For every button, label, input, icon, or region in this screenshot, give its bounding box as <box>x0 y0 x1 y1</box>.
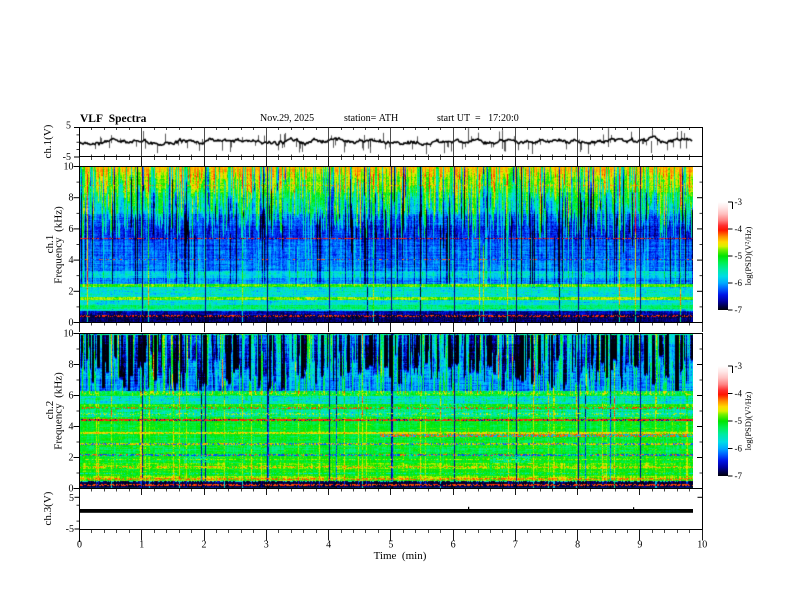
svg-text:8: 8 <box>575 540 580 551</box>
svg-text:2: 2 <box>202 540 207 551</box>
svg-text:8: 8 <box>69 360 74 371</box>
svg-text:1: 1 <box>139 540 144 551</box>
svg-text:10: 10 <box>697 540 707 551</box>
svg-text:-7: -7 <box>735 305 743 315</box>
svg-text:Frequency (kHz): Frequency (kHz) <box>53 206 65 284</box>
svg-text:7: 7 <box>513 540 518 551</box>
svg-text:station= ATH: station= ATH <box>344 113 398 124</box>
svg-text:-4: -4 <box>735 389 743 399</box>
svg-text:0: 0 <box>69 484 74 495</box>
svg-text:Frequency (kHz): Frequency (kHz) <box>53 372 65 450</box>
svg-text:5: 5 <box>388 540 393 551</box>
svg-text:VLF Spectra: VLF Spectra <box>80 113 147 125</box>
svg-text:-6: -6 <box>735 278 743 288</box>
svg-text:0: 0 <box>77 540 82 551</box>
svg-text:-6: -6 <box>735 444 743 454</box>
svg-text:6: 6 <box>69 391 74 402</box>
svg-text:2: 2 <box>69 286 74 297</box>
svg-text:9: 9 <box>637 540 642 551</box>
svg-text:Time (min): Time (min) <box>374 550 427 562</box>
svg-text:-5: -5 <box>66 524 74 535</box>
svg-text:10: 10 <box>64 162 74 173</box>
svg-text:log(PSD)(V²/Hz): log(PSD)(V²/Hz) <box>743 226 753 285</box>
svg-text:ch.3(V): ch.3(V) <box>42 491 54 525</box>
svg-text:Nov.29, 2025: Nov.29, 2025 <box>260 113 314 124</box>
svg-text:4: 4 <box>69 422 74 433</box>
svg-text:5: 5 <box>66 121 71 132</box>
svg-text:-5: -5 <box>735 416 743 426</box>
svg-text:8: 8 <box>69 193 74 204</box>
svg-text:-3: -3 <box>735 197 743 207</box>
svg-text:10: 10 <box>64 329 74 340</box>
svg-text:4: 4 <box>69 255 74 266</box>
svg-text:start UT = 17:20:0: start UT = 17:20:0 <box>437 113 519 124</box>
svg-text:-3: -3 <box>735 361 743 371</box>
svg-text:2: 2 <box>69 453 74 464</box>
svg-text:-7: -7 <box>735 471 743 481</box>
svg-text:3: 3 <box>264 540 269 551</box>
svg-text:log(PSD)(V²/Hz): log(PSD)(V²/Hz) <box>743 391 753 450</box>
svg-text:0: 0 <box>69 318 74 329</box>
svg-text:6: 6 <box>69 224 74 235</box>
svg-text:ch.1(V): ch.1(V) <box>42 124 54 158</box>
svg-text:-4: -4 <box>735 224 743 234</box>
svg-text:-5: -5 <box>735 251 743 261</box>
svg-text:6: 6 <box>451 540 456 551</box>
svg-text:4: 4 <box>326 540 331 551</box>
